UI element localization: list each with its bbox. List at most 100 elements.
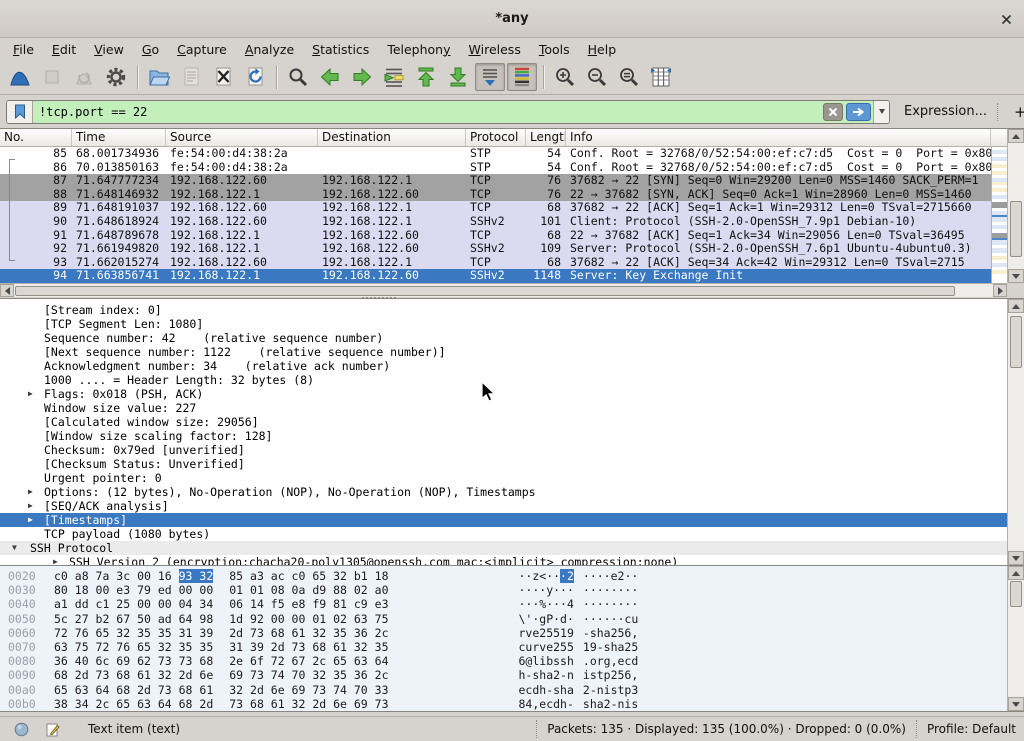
- display-filter-input[interactable]: [33, 105, 822, 119]
- detail-row[interactable]: ▶Flags: 0x018 (PSH, ACK): [0, 387, 1007, 401]
- packet-row-87[interactable]: 8771.647777234192.168.122.60192.168.122.…: [0, 174, 991, 188]
- column-header-protocol[interactable]: Protocol: [466, 129, 526, 146]
- menu-help[interactable]: Help: [579, 40, 626, 59]
- expression-button[interactable]: Expression...: [904, 104, 987, 119]
- scroll-down-button[interactable]: [1008, 269, 1024, 283]
- packet-row-88[interactable]: 8871.648146932192.168.122.1192.168.122.6…: [0, 188, 991, 202]
- go-forward-button[interactable]: [347, 63, 377, 91]
- column-header-info[interactable]: Info: [566, 129, 991, 146]
- menu-edit[interactable]: Edit: [43, 40, 85, 59]
- menu-capture[interactable]: Capture: [168, 40, 236, 59]
- menu-tools[interactable]: Tools: [530, 40, 579, 59]
- column-header-time[interactable]: Time: [72, 129, 166, 146]
- capture-comment-icon[interactable]: [45, 722, 60, 737]
- detail-row[interactable]: [Next sequence number: 1122 (relative se…: [0, 345, 1007, 359]
- detail-row[interactable]: ▼SSH Protocol: [0, 541, 1007, 555]
- menu-file[interactable]: File: [4, 40, 43, 59]
- scroll-up-button[interactable]: [1008, 129, 1024, 143]
- detail-row[interactable]: TCP payload (1080 bytes): [0, 527, 1007, 541]
- scroll-left-button[interactable]: [0, 284, 14, 297]
- menu-statistics[interactable]: Statistics: [303, 40, 378, 59]
- filter-clear-button[interactable]: [823, 103, 843, 121]
- hex-row-0040[interactable]: 0040a1 dd c1 25 00 00 04 3406 14 f5 e8 f…: [0, 597, 1007, 611]
- hex-row-0060[interactable]: 006072 76 65 32 35 35 31 392d 73 68 61 3…: [0, 626, 1007, 640]
- capture-options-button[interactable]: [101, 63, 131, 91]
- scroll-up-button[interactable]: [1008, 566, 1024, 580]
- scrollbar-thumb[interactable]: [1010, 581, 1022, 607]
- filter-apply-button[interactable]: [846, 103, 871, 121]
- detail-row[interactable]: Sequence number: 42 (relative sequence n…: [0, 331, 1007, 345]
- details-vscrollbar[interactable]: [1007, 299, 1024, 565]
- packet-row-92[interactable]: 9271.661949820192.168.122.1192.168.122.6…: [0, 242, 991, 256]
- collapsed-arrow-icon[interactable]: ▶: [28, 499, 33, 513]
- packet-row-85[interactable]: 8568.001734936fe:54:00:d4:38:2aSTP54Conf…: [0, 147, 991, 161]
- detail-row[interactable]: [Window size scaling factor: 128]: [0, 429, 1007, 443]
- packet-row-90[interactable]: 9071.648618924192.168.122.60192.168.122.…: [0, 215, 991, 229]
- packet-row-93[interactable]: 9371.662015274192.168.122.60192.168.122.…: [0, 256, 991, 270]
- column-header-destination[interactable]: Destination: [318, 129, 466, 146]
- expert-info-icon[interactable]: [14, 722, 29, 737]
- bytes-vscrollbar[interactable]: [1007, 566, 1024, 711]
- filter-bookmark-button[interactable]: [7, 101, 33, 123]
- save-file-button[interactable]: [176, 63, 206, 91]
- collapsed-arrow-icon[interactable]: ▶: [28, 485, 33, 499]
- menu-telephony[interactable]: Telephony: [378, 40, 459, 59]
- detail-row[interactable]: Checksum: 0x79ed [unverified]: [0, 443, 1007, 457]
- scrollbar-thumb[interactable]: [1010, 316, 1022, 368]
- packet-row-89[interactable]: 8971.648191037192.168.122.60192.168.122.…: [0, 201, 991, 215]
- intelligent-scrollbar-minimap[interactable]: [991, 147, 1007, 283]
- packet-list-vscrollbar[interactable]: [1007, 129, 1024, 283]
- colorize-button[interactable]: [507, 63, 537, 91]
- hex-row-0090[interactable]: 009068 2d 73 68 61 32 2d 6e69 73 74 70 3…: [0, 668, 1007, 682]
- find-packet-button[interactable]: [283, 63, 313, 91]
- detail-row[interactable]: ▶SSH Version 2 (encryption:chacha20-poly…: [0, 555, 1007, 566]
- hex-row-0030[interactable]: 003080 18 00 e3 79 ed 00 0001 01 08 0a d…: [0, 583, 1007, 597]
- add-filter-button[interactable]: +: [1008, 103, 1024, 121]
- detail-row[interactable]: 1000 .... = Header Length: 32 bytes (8): [0, 373, 1007, 387]
- detail-row[interactable]: Urgent pointer: 0: [0, 471, 1007, 485]
- resize-columns-button[interactable]: [646, 63, 676, 91]
- collapsed-arrow-icon[interactable]: ▶: [28, 513, 33, 527]
- expanded-arrow-icon[interactable]: ▼: [12, 541, 17, 555]
- menu-go[interactable]: Go: [133, 40, 168, 59]
- scrollbar-thumb[interactable]: [1010, 201, 1022, 257]
- column-header-source[interactable]: Source: [166, 129, 318, 146]
- zoom-in-button[interactable]: [550, 63, 580, 91]
- zoom-out-button[interactable]: [582, 63, 612, 91]
- scroll-down-button[interactable]: [1008, 551, 1024, 565]
- scroll-right-button[interactable]: [993, 284, 1007, 297]
- hex-row-0050[interactable]: 00505c 27 b2 67 50 ad 64 981d 92 00 00 0…: [0, 612, 1007, 626]
- menu-view[interactable]: View: [85, 40, 133, 59]
- hex-row-0080[interactable]: 008036 40 6c 69 62 73 73 682e 6f 72 67 2…: [0, 654, 1007, 668]
- packet-row-94[interactable]: 9471.663856741192.168.122.1192.168.122.6…: [0, 269, 991, 283]
- scroll-down-button[interactable]: [1008, 697, 1024, 711]
- hex-row-00a0[interactable]: 00a065 63 64 68 2d 73 68 6132 2d 6e 69 7…: [0, 683, 1007, 697]
- go-back-button[interactable]: [315, 63, 345, 91]
- packet-row-86[interactable]: 8670.013850163fe:54:00:d4:38:2aSTP54Conf…: [0, 161, 991, 175]
- scroll-up-button[interactable]: [1008, 299, 1024, 313]
- hex-row-00b0[interactable]: 00b038 34 2c 65 63 64 68 2d73 68 61 32 2…: [0, 697, 1007, 711]
- scrollbar-thumb[interactable]: [15, 286, 955, 296]
- reload-file-button[interactable]: [240, 63, 270, 91]
- filter-history-dropdown[interactable]: [873, 101, 889, 123]
- go-to-top-button[interactable]: [411, 63, 441, 91]
- hex-row-0020[interactable]: 0020c0 a8 7a 3c 00 16 93 3285 a3 ac c0 6…: [0, 569, 1007, 583]
- collapsed-arrow-icon[interactable]: ▶: [28, 387, 33, 401]
- menu-wireless[interactable]: Wireless: [460, 40, 530, 59]
- close-button[interactable]: [998, 11, 1014, 27]
- column-header-length[interactable]: Length: [526, 129, 566, 146]
- restart-capture-button[interactable]: [69, 63, 99, 91]
- go-to-bottom-button[interactable]: [443, 63, 473, 91]
- detail-row[interactable]: Window size value: 227: [0, 401, 1007, 415]
- packet-row-91[interactable]: 9171.648789678192.168.122.1192.168.122.6…: [0, 229, 991, 243]
- detail-row[interactable]: ▶[Timestamps]: [0, 513, 1007, 527]
- auto-scroll-button[interactable]: [475, 63, 505, 91]
- menu-analyze[interactable]: Analyze: [236, 40, 303, 59]
- detail-row[interactable]: [TCP Segment Len: 1080]: [0, 317, 1007, 331]
- detail-row[interactable]: ▶[SEQ/ACK analysis]: [0, 499, 1007, 513]
- start-capture-button[interactable]: [5, 63, 35, 91]
- open-file-button[interactable]: [144, 63, 174, 91]
- zoom-100-button[interactable]: [614, 63, 644, 91]
- detail-row[interactable]: Acknowledgment number: 34 (relative ack …: [0, 359, 1007, 373]
- go-to-packet-button[interactable]: [379, 63, 409, 91]
